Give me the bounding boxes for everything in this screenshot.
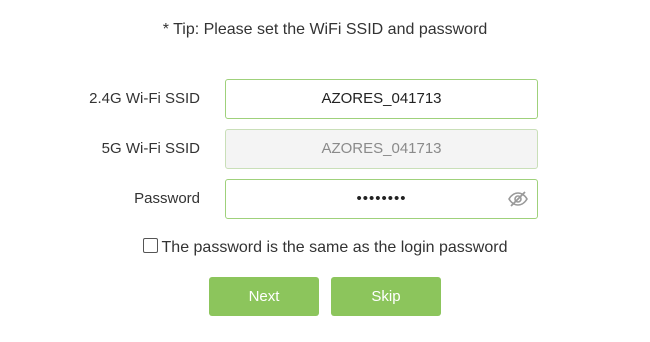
- password-label: Password: [134, 190, 200, 207]
- password-input[interactable]: ••••••••: [225, 179, 538, 219]
- ssid-24g-row: 2.4G Wi-Fi SSID AZORES_041713: [0, 79, 650, 119]
- ssid-5g-input: AZORES_041713: [225, 129, 538, 169]
- ssid-24g-label: 2.4G Wi-Fi SSID: [89, 90, 200, 107]
- same-password-option[interactable]: The password is the same as the login pa…: [0, 238, 650, 257]
- next-button[interactable]: Next: [209, 277, 319, 316]
- password-row: Password ••••••••: [0, 179, 650, 219]
- ssid-5g-label: 5G Wi-Fi SSID: [101, 140, 200, 157]
- eye-off-icon[interactable]: [507, 190, 529, 208]
- password-value[interactable]: ••••••••: [226, 180, 537, 218]
- same-password-checkbox[interactable]: [142, 238, 158, 253]
- ssid-5g-row: 5G Wi-Fi SSID AZORES_041713: [0, 129, 650, 169]
- tip-text: * Tip: Please set the WiFi SSID and pass…: [162, 21, 488, 38]
- ssid-5g-value: AZORES_041713: [321, 140, 442, 157]
- ssid-24g-value[interactable]: AZORES_041713: [226, 80, 537, 118]
- ssid-24g-input[interactable]: AZORES_041713: [225, 79, 538, 119]
- skip-button[interactable]: Skip: [331, 277, 441, 316]
- same-password-label[interactable]: The password is the same as the login pa…: [162, 239, 508, 256]
